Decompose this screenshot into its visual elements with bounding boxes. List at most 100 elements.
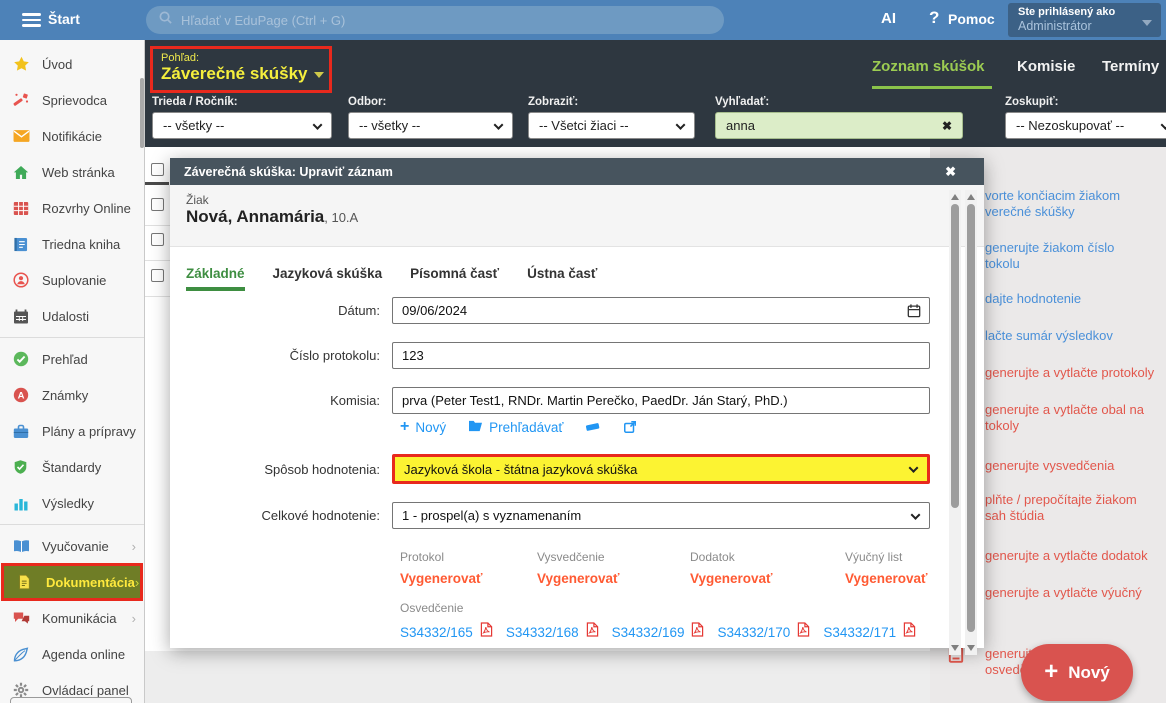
action-link-label: generujte a vytlačte protokoly [985,365,1163,381]
left-sidebar: ÚvodSprievodcaNotifikácieWeb stránkaRozv… [0,40,145,703]
global-search-input[interactable]: Hľadať v EduPage (Ctrl + G) [146,6,724,34]
sidebar-item-pl-ny-a-pr-pravy[interactable]: Plány a prípravy [0,413,144,449]
commission-browse-button[interactable]: Prehľadávať [468,419,563,435]
modal-scrollbar[interactable] [965,190,977,655]
certificate-link[interactable]: S34332/165 [400,625,473,640]
generate-link[interactable]: Vygenerovať [690,571,845,586]
eraser-icon[interactable] [585,421,601,433]
filter-select[interactable]: -- všetky -- [152,112,332,139]
hamburger-menu-icon[interactable] [22,13,41,27]
book-icon [13,538,31,554]
sidebar-item-v-sledky[interactable]: Výsledky [0,485,144,521]
sidebar-item-triedna-kniha[interactable]: Triedna kniha [0,226,144,262]
pdf-icon[interactable] [691,622,704,642]
sidebar-item-notifik-cie[interactable]: Notifikácie [0,118,144,154]
certificate-link[interactable]: S34332/170 [717,625,790,640]
grading-method-select[interactable]: Jazyková škola - štátna jazyková skúška [392,454,930,484]
sidebar-item-label: Komunikácia [42,611,116,626]
sidebar-item-agenda-online[interactable]: Agenda online [0,636,144,672]
modal-tab-jazykov-sk-ka[interactable]: Jazyková skúška [273,266,383,291]
action-link-label: dajte hodnotenie [985,291,1163,307]
calendar-input-icon[interactable] [907,303,921,321]
mail-icon [13,128,31,144]
chevron-down-icon [313,120,323,130]
sidebar-item--vod[interactable]: Úvod [0,46,144,82]
view-selector[interactable]: Pohľad: Záverečné skúšky [150,46,332,93]
close-icon[interactable]: ✖ [945,164,956,180]
filter-label: Trieda / Ročník: [152,96,332,108]
sidebar-item-preh-ad[interactable]: Prehľad [0,341,144,377]
commission-input[interactable]: prva (Peter Test1, RNDr. Martin Perečko,… [392,387,930,414]
start-button[interactable]: Štart [48,11,80,27]
document-icon [17,574,35,590]
filter-trieda-ro-n-k-: Trieda / Ročník: -- všetky -- [152,96,332,139]
sidebar-scrollbar[interactable] [140,78,144,148]
modal-tab--stna-as-[interactable]: Ústna časť [527,266,597,291]
select-all-checkbox[interactable] [151,163,164,176]
document-column: DodatokVygenerovať [690,550,845,586]
row-checkbox[interactable] [151,198,164,211]
document-type-label: Protokol [400,550,537,564]
logged-in-as-label: Ste prihlásený ako [1018,6,1151,18]
row-checkbox[interactable] [151,269,164,282]
view-tab-terminy[interactable]: Termíny [1102,58,1159,75]
scrollbar-thumb[interactable] [951,204,959,508]
outer-scrollbar[interactable] [949,190,961,655]
search-filter-input[interactable]: anna✖ [715,112,963,139]
modal-tab-p-somn-as-[interactable]: Písomná časť [410,266,499,291]
certificate-link[interactable]: S34332/169 [612,625,685,640]
clear-search-icon[interactable]: ✖ [942,119,952,133]
modal-tab-z-kladn-[interactable]: Základné [186,266,245,291]
logged-in-user-menu[interactable]: Ste prihlásený ako Administrátor [1008,3,1161,37]
help-button[interactable]: Pomoc [948,11,995,27]
sidebar-item-label: Známky [42,388,88,403]
sidebar-item-web-str-nka[interactable]: Web stránka [0,154,144,190]
sidebar-item-zn-mky[interactable]: AZnámky [0,377,144,413]
sidebar-item-suplovanie[interactable]: Suplovanie [0,262,144,298]
sidebar-item-komunik-cia[interactable]: Komunikácia› [0,600,144,636]
certificate-link[interactable]: S34332/168 [506,625,579,640]
external-link-icon[interactable] [623,420,637,434]
view-tab-zoznam-skusok[interactable]: Zoznam skúšok [872,58,985,75]
certificate-label: Osvedčenie [400,601,984,615]
star-icon [13,56,31,72]
scroll-down-icon[interactable] [967,645,975,651]
help-question-icon[interactable]: ? [929,8,939,28]
view-tab-komisie[interactable]: Komisie [1017,58,1075,75]
generate-link[interactable]: Vygenerovať [400,571,537,586]
pen-icon [13,646,31,662]
top-bar: Štart Hľadať v EduPage (Ctrl + G) AI ? P… [0,0,1166,40]
sidebar-item-label: Štandardy [42,460,101,475]
check-circle-icon [13,351,31,367]
scroll-up-icon[interactable] [967,194,975,200]
protocol-number-input[interactable]: 123 [392,342,930,369]
action-link-label: generujte vysvedčenia [985,458,1163,474]
sidebar-item-vyu-ovanie[interactable]: Vyučovanie› [0,528,144,564]
overall-grade-select[interactable]: 1 - prospel(a) s vyznamenaním [392,502,930,529]
filter-select[interactable]: -- Všetci žiaci -- [528,112,695,139]
sidebar-item-sprievodca[interactable]: Sprievodca [0,82,144,118]
ai-button[interactable]: AI [881,10,896,27]
date-input[interactable]: 09/06/2024 [392,297,930,324]
pdf-icon[interactable] [480,622,493,642]
scrollbar-thumb[interactable] [967,204,975,632]
pdf-icon[interactable] [586,622,599,642]
pdf-icon[interactable] [797,622,810,642]
certificate-link[interactable]: S34332/171 [823,625,896,640]
new-record-button[interactable]: + Nový [1021,644,1133,701]
sidebar-item-dokument-cia[interactable]: Dokumentácia› [1,563,143,601]
sidebar-item-udalosti[interactable]: Udalosti [0,298,144,334]
filter-select[interactable]: -- Nezoskupovať -- [1005,112,1166,139]
sidebar-partial-button[interactable] [10,697,132,703]
commission-new-button[interactable]: +Nový [400,418,446,436]
filter-select[interactable]: -- všetky -- [348,112,513,139]
plus-icon: + [1044,660,1058,684]
scroll-down-icon[interactable] [951,645,959,651]
overall-grade-label: Celkové hodnotenie: [170,508,392,523]
scroll-up-icon[interactable] [951,194,959,200]
sidebar-item--tandardy[interactable]: Štandardy [0,449,144,485]
pdf-icon[interactable] [903,622,916,642]
generate-link[interactable]: Vygenerovať [537,571,690,586]
sidebar-item-rozvrhy-online[interactable]: Rozvrhy Online [0,190,144,226]
row-checkbox[interactable] [151,233,164,246]
